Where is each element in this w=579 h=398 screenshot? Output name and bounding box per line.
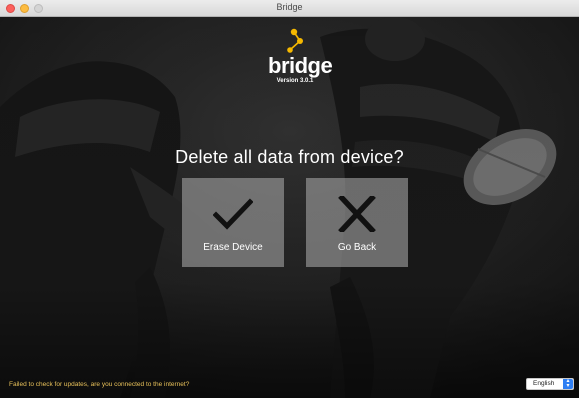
go-back-label: Go Back (337, 242, 377, 253)
language-selected-value: English (533, 380, 555, 387)
go-back-button[interactable]: Go Back (306, 178, 408, 267)
logo-wordmark: bridge (268, 53, 333, 78)
x-icon (338, 196, 376, 232)
title-bar: Bridge (0, 0, 579, 17)
erase-device-button[interactable]: Erase Device (182, 178, 284, 267)
main-content: bridge Version 3.0.1 Delete all data fro… (0, 17, 579, 398)
window-title: Bridge (276, 2, 303, 12)
chevron-up-down-icon: ▴ ▾ (563, 378, 573, 389)
app-window: Bridge bridge Version 3.0.1 Delete all d… (0, 0, 579, 398)
bridge-logo: bridge Version 3.0.1 (260, 27, 333, 89)
confirm-question: Delete all data from device? (175, 147, 404, 167)
version-label: Version 3.0.1 (276, 78, 314, 84)
erase-device-label: Erase Device (203, 242, 263, 253)
language-select[interactable]: English ▴ ▾ (526, 378, 574, 390)
checkmark-icon (213, 198, 253, 230)
update-status-message: Failed to check for updates, are you con… (9, 381, 190, 388)
